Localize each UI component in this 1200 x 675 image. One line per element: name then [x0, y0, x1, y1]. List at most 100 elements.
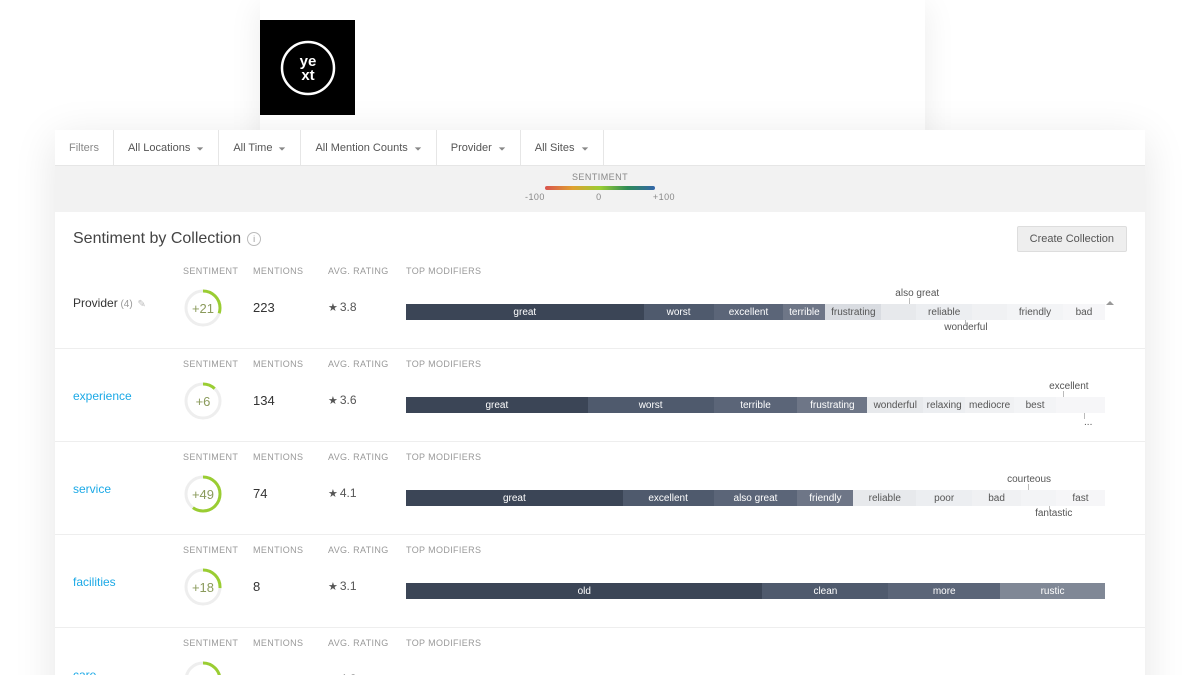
modifier-segment[interactable]: fast	[1056, 490, 1105, 506]
top-modifiers-cell: TOP MODIFIERSgood	[406, 638, 1105, 675]
filter-mention-counts-label: All Mention Counts	[315, 142, 407, 154]
filter-sites[interactable]: All Sites	[521, 130, 604, 165]
modifier-segment[interactable]: worst	[588, 397, 714, 413]
modifier-segment[interactable]: friendly	[797, 490, 853, 506]
legend-mid: 0	[596, 192, 601, 202]
modifier-segment[interactable]: clean	[762, 583, 888, 599]
filter-time[interactable]: All Time	[219, 130, 301, 165]
modifier-bar: greatworstexcellentterriblefrustrating re…	[406, 304, 1105, 320]
modifier-segment[interactable]: excellent	[714, 304, 784, 320]
sentiment-ring: +49	[183, 474, 223, 514]
modifier-segment[interactable]: also great	[714, 490, 798, 506]
expand-cell	[1105, 638, 1127, 668]
modifier-segment[interactable]: frustrating	[825, 304, 881, 320]
modifier-overflow-label: excellent	[1049, 381, 1088, 392]
collection-row: Provider (4) ✎SENTIMENT+21MENTIONS223AVG…	[55, 256, 1145, 348]
modifier-segment[interactable]: great	[406, 304, 644, 320]
chevron-down-icon	[581, 144, 589, 152]
modifier-segment[interactable]: best	[1014, 397, 1056, 413]
collection-count: (4)	[118, 299, 133, 310]
top-modifiers-cell: TOP MODIFIERSgreatworstexcellentterrible…	[406, 266, 1105, 334]
filter-sites-label: All Sites	[535, 142, 575, 154]
modifier-segment[interactable]: poor	[916, 490, 972, 506]
modifier-overflow-label: ...	[1084, 417, 1092, 428]
mentions-value: 8	[253, 567, 328, 594]
modifier-segment[interactable]: rustic	[1000, 583, 1105, 599]
modifier-segment[interactable]	[1021, 490, 1056, 506]
modifier-segment[interactable]: reliable	[916, 304, 972, 320]
modifier-segment[interactable]: mediocre	[965, 397, 1014, 413]
avg-rating-cell: AVG. RATING★4.3	[328, 638, 406, 675]
mentions-cell: MENTIONS7	[253, 638, 328, 675]
modifier-segment[interactable]: frustrating	[797, 397, 867, 413]
modifier-segment[interactable]	[881, 304, 916, 320]
filter-locations[interactable]: All Locations	[114, 130, 219, 165]
avg-rating-header: AVG. RATING	[328, 359, 406, 371]
top-modifiers-cell: TOP MODIFIERSgreatexcellentalso greatfri…	[406, 452, 1105, 520]
expand-cell	[1105, 266, 1127, 306]
modifier-segment[interactable]: bad	[972, 490, 1021, 506]
create-collection-button[interactable]: Create Collection	[1017, 226, 1127, 252]
top-modifiers-cell: TOP MODIFIERS oldcleanmorerustic	[406, 545, 1105, 613]
avg-rating-value: ★3.1	[328, 567, 406, 593]
modifier-stack: greatworstexcellentterriblefrustrating re…	[406, 288, 1105, 334]
filter-provider[interactable]: Provider	[437, 130, 521, 165]
collection-row: careSENTIMENT+18MENTIONS7AVG. RATING★4.3…	[55, 627, 1145, 675]
modifier-tick	[965, 320, 966, 326]
modifier-stack: oldcleanmorerustic	[406, 567, 1105, 613]
expand-cell	[1105, 545, 1127, 575]
modifier-segment[interactable]: friendly	[1007, 304, 1063, 320]
modifier-segment[interactable]	[972, 304, 1007, 320]
modifier-segment[interactable]: great	[406, 397, 588, 413]
star-icon: ★	[328, 488, 338, 500]
chevron-down-icon	[278, 144, 286, 152]
modifier-overflow-label: also great	[895, 288, 939, 299]
collection-name[interactable]: service	[73, 452, 183, 496]
section-title-text: Sentiment by Collection	[73, 230, 241, 248]
avg-rating-cell: AVG. RATING★3.6	[328, 359, 406, 407]
filter-bar: Filters All Locations All Time All Menti…	[55, 130, 1145, 166]
edit-icon[interactable]: ✎	[135, 299, 146, 310]
modifier-segment[interactable]: terrible	[714, 397, 798, 413]
modifier-segment[interactable]: wonderful	[867, 397, 923, 413]
top-modifiers-header: TOP MODIFIERS	[406, 545, 1105, 557]
modifier-overflow-label: fantastic	[1035, 508, 1072, 519]
avg-rating-cell: AVG. RATING★4.1	[328, 452, 406, 500]
avg-rating-cell: AVG. RATING★3.1	[328, 545, 406, 593]
legend-max: +100	[653, 192, 675, 202]
mentions-cell: MENTIONS8	[253, 545, 328, 594]
section-title: Sentiment by Collection i	[73, 230, 261, 248]
modifier-tick	[1049, 506, 1050, 512]
sentiment-ring: +18	[183, 660, 223, 675]
collection-name[interactable]: care	[73, 638, 183, 675]
modifier-segment[interactable]: worst	[644, 304, 714, 320]
modifier-segment[interactable]: more	[888, 583, 1000, 599]
filter-locations-label: All Locations	[128, 142, 190, 154]
modifier-tick	[1028, 484, 1029, 490]
filter-time-label: All Time	[233, 142, 272, 154]
collection-name[interactable]: facilities	[73, 545, 183, 589]
collapse-icon[interactable]	[1105, 296, 1115, 306]
main-panel: Filters All Locations All Time All Menti…	[55, 130, 1145, 675]
mentions-header: MENTIONS	[253, 359, 328, 371]
modifier-segment[interactable]: relaxing	[923, 397, 965, 413]
modifier-segment[interactable]	[1056, 397, 1105, 413]
modifier-segment[interactable]: reliable	[853, 490, 916, 506]
collection-name[interactable]: experience	[73, 359, 183, 403]
modifier-segment[interactable]: excellent	[623, 490, 714, 506]
top-modifiers-cell: TOP MODIFIERS greatworstterriblefrustrati…	[406, 359, 1105, 427]
sentiment-ring: +18	[183, 567, 223, 607]
star-icon: ★	[328, 395, 338, 407]
expand-cell	[1105, 359, 1127, 389]
info-icon[interactable]: i	[247, 232, 261, 246]
sentiment-cell: SENTIMENT+21	[183, 266, 253, 328]
modifier-segment[interactable]: bad	[1063, 304, 1105, 320]
top-modifiers-header: TOP MODIFIERS	[406, 359, 1105, 371]
modifier-segment[interactable]: great	[406, 490, 623, 506]
modifier-segment[interactable]: old	[406, 583, 762, 599]
modifier-segment[interactable]: terrible	[783, 304, 825, 320]
sentiment-ring: +6	[183, 381, 223, 421]
sentiment-gradient	[545, 186, 655, 190]
filter-mention-counts[interactable]: All Mention Counts	[301, 130, 436, 165]
modifier-stack: good	[406, 660, 1105, 675]
